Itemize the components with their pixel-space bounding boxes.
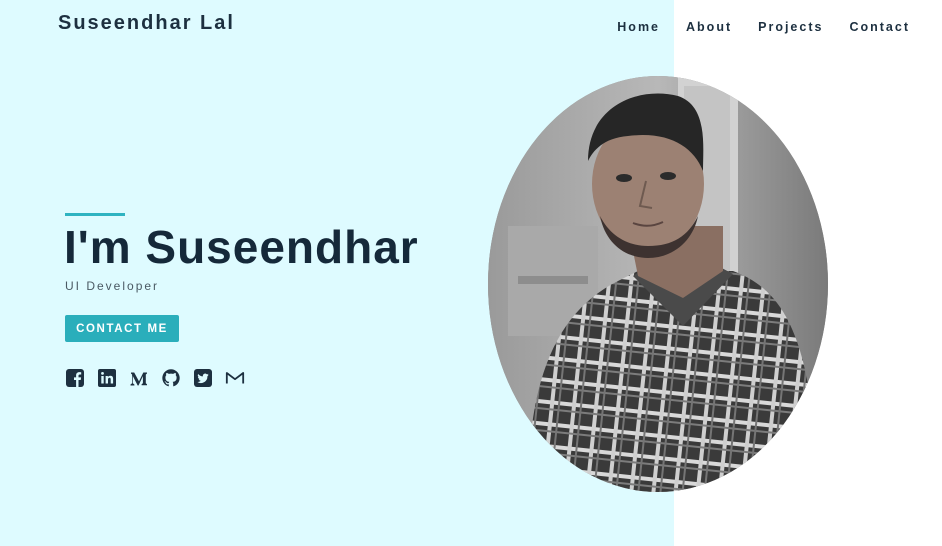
linkedin-icon[interactable] bbox=[97, 368, 117, 388]
nav-projects-link[interactable]: Projects bbox=[758, 20, 823, 34]
main-nav: Home About Projects Contact bbox=[617, 20, 910, 34]
github-icon[interactable] bbox=[161, 368, 181, 388]
twitter-icon[interactable] bbox=[193, 368, 213, 388]
nav-about-link[interactable]: About bbox=[686, 20, 732, 34]
hero-headline: I'm Suseendhar bbox=[64, 221, 419, 273]
profile-photo bbox=[488, 76, 828, 492]
site-brand[interactable]: Suseendhar Lal bbox=[58, 12, 235, 35]
headline-accent-line bbox=[65, 213, 125, 216]
nav-home-link[interactable]: Home bbox=[617, 20, 660, 34]
contact-me-button[interactable]: CONTACT ME bbox=[65, 315, 179, 342]
page: Suseendhar Lal Home About Projects Conta… bbox=[0, 0, 942, 546]
hero-role: UI Developer bbox=[65, 279, 160, 293]
gmail-icon[interactable] bbox=[225, 368, 245, 388]
medium-icon[interactable] bbox=[129, 368, 149, 388]
social-links bbox=[65, 368, 245, 388]
nav-contact-link[interactable]: Contact bbox=[849, 20, 910, 34]
facebook-icon[interactable] bbox=[65, 368, 85, 388]
